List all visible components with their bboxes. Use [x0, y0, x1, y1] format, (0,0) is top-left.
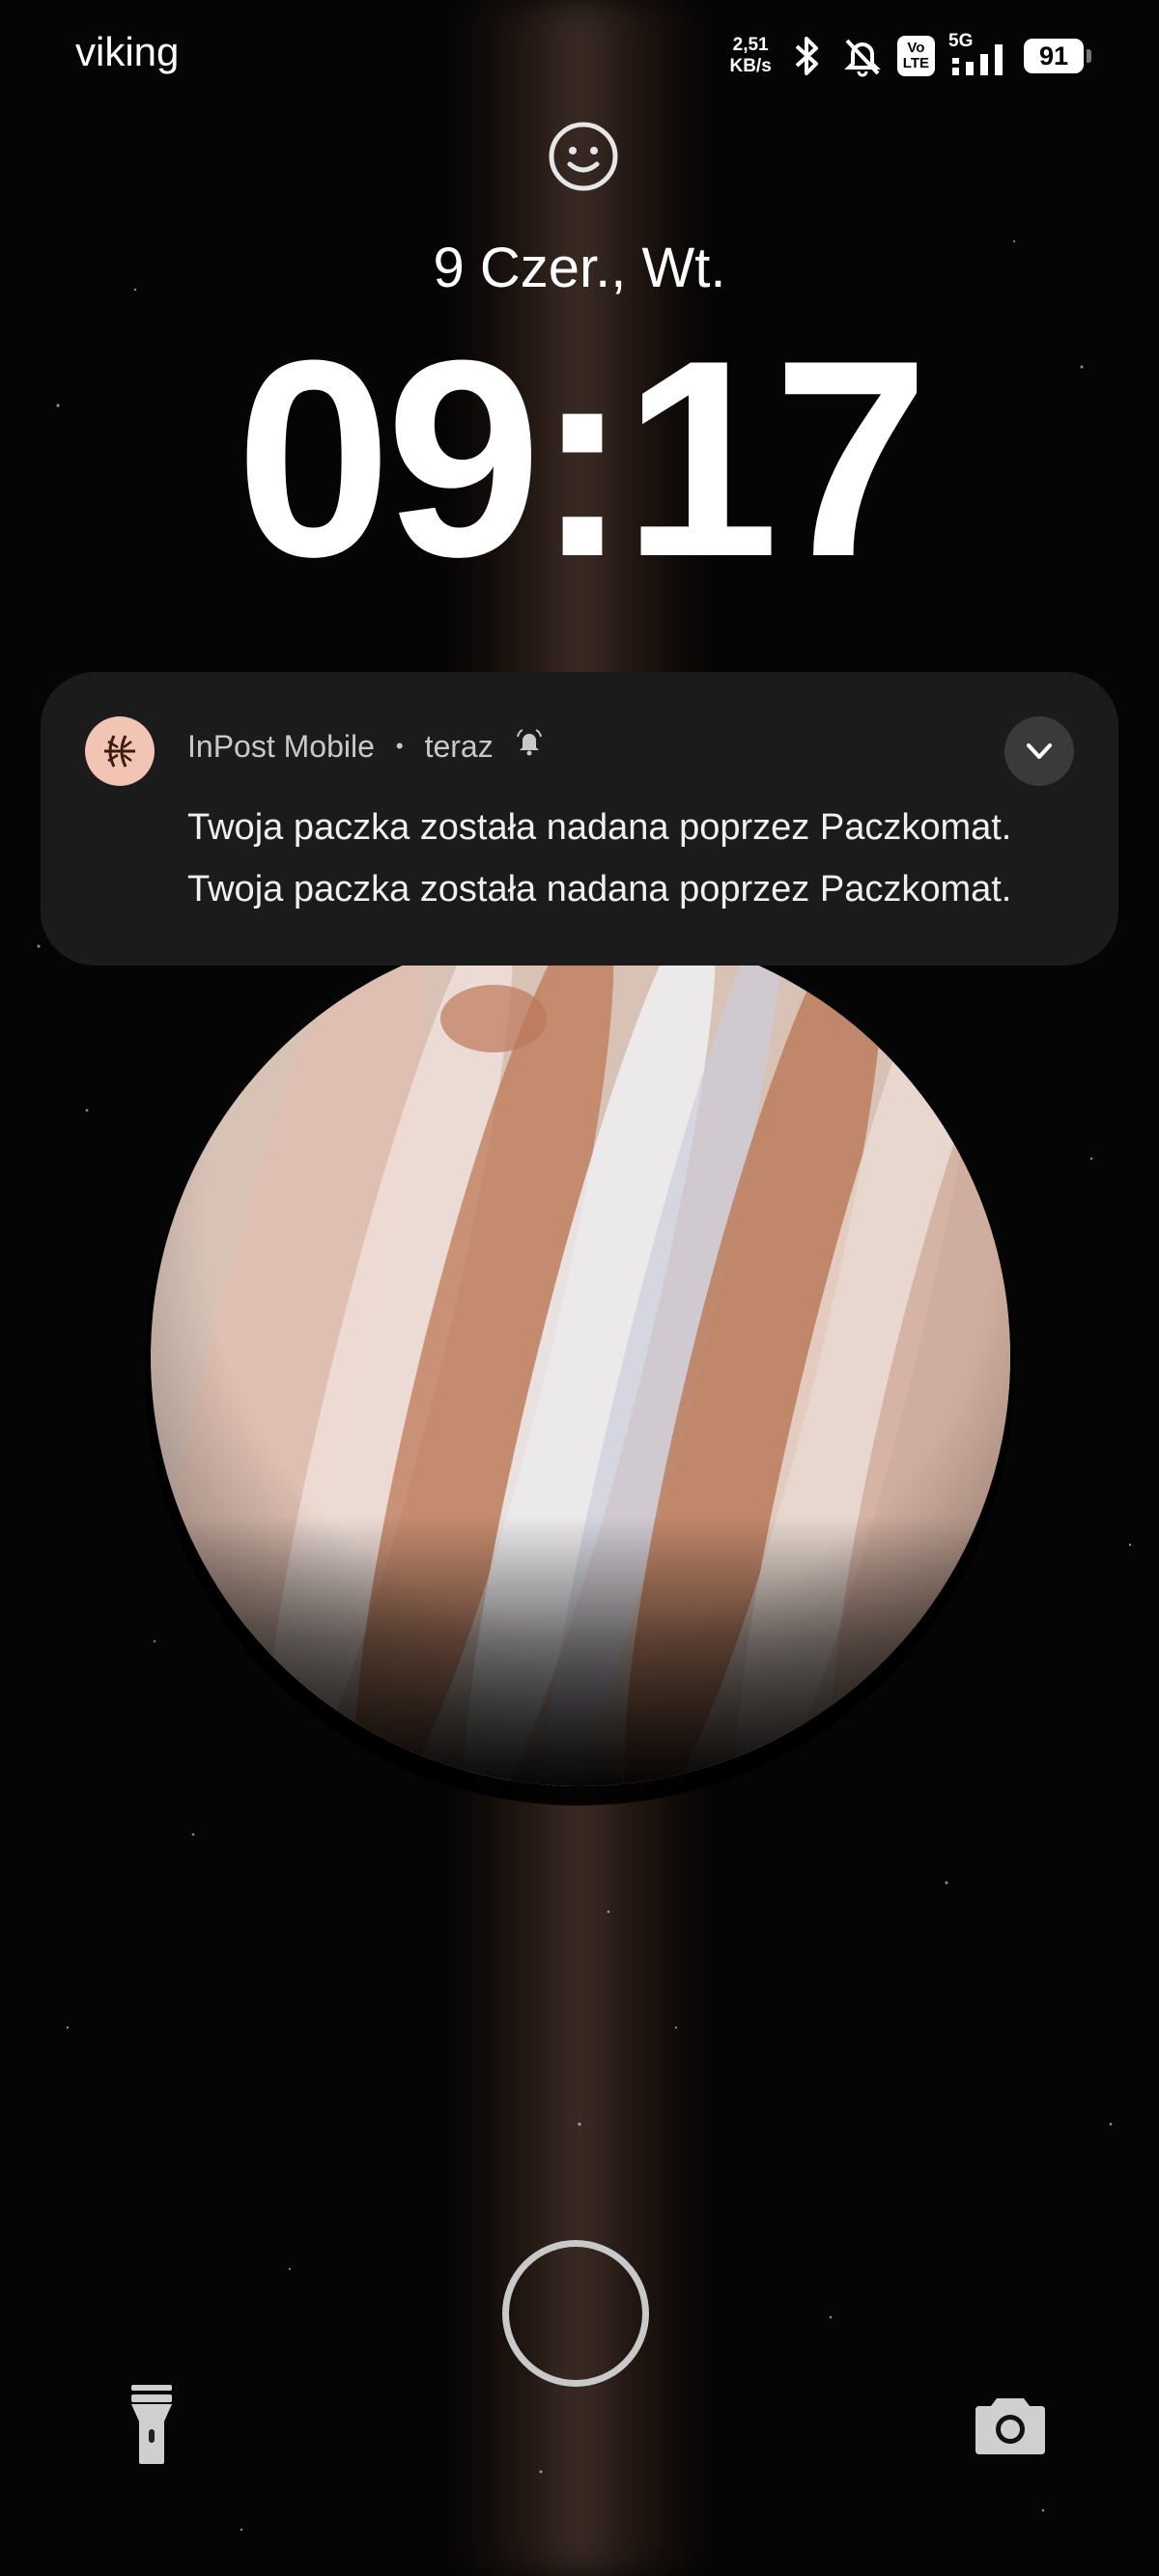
- battery-level: 91: [1038, 41, 1069, 70]
- network-speed: 2,51 KB/s: [729, 35, 771, 77]
- status-icons: 2,51 KB/s Vo LTE 5G 91: [729, 29, 1091, 83]
- wallpaper-jupiter: [151, 927, 1010, 1786]
- inpost-app-icon: [85, 716, 155, 786]
- volte-bottom-label: LTE: [902, 55, 929, 71]
- volte-icon: Vo LTE: [896, 36, 935, 76]
- network-type: 5G: [948, 31, 974, 51]
- alert-bell-icon: [515, 728, 544, 765]
- bluetooth-icon: [785, 35, 828, 77]
- notification-card[interactable]: InPost Mobile • teraz Twoja paczka zosta…: [41, 672, 1118, 966]
- fingerprint-unlock-button[interactable]: [502, 2240, 649, 2387]
- lockscreen-clock: 09:17: [236, 302, 929, 615]
- battery-icon: 91: [1024, 39, 1091, 73]
- network-speed-value: 2,51: [732, 35, 769, 55]
- notification-expand-button[interactable]: [1004, 716, 1074, 786]
- notification-message-line1: Twoja paczka została nadana poprzez Pacz…: [187, 807, 1012, 848]
- notification-message-line2: Twoja paczka została nadana poprzez Pacz…: [187, 869, 1012, 910]
- camera-icon[interactable]: [974, 2393, 1047, 2456]
- smile-face-icon[interactable]: [547, 120, 620, 193]
- network-speed-unit: KB/s: [729, 56, 772, 76]
- notification-separator: •: [395, 734, 404, 758]
- mute-bell-icon: [841, 35, 884, 77]
- chevron-down-icon: [1027, 743, 1052, 759]
- notification-header: InPost Mobile • teraz: [187, 728, 544, 765]
- signal-icon: 5G: [948, 31, 1010, 77]
- notification-app-name: InPost Mobile: [187, 728, 375, 764]
- volte-top-label: Vo: [907, 40, 925, 56]
- carrier-name: viking: [75, 29, 180, 74]
- lockscreen-date: 9 Czer., Wt.: [433, 237, 726, 299]
- flashlight-icon[interactable]: [124, 2383, 180, 2466]
- notification-time: teraz: [424, 728, 494, 764]
- status-bar: viking 2,51 KB/s Vo LTE 5G 91: [0, 0, 1159, 106]
